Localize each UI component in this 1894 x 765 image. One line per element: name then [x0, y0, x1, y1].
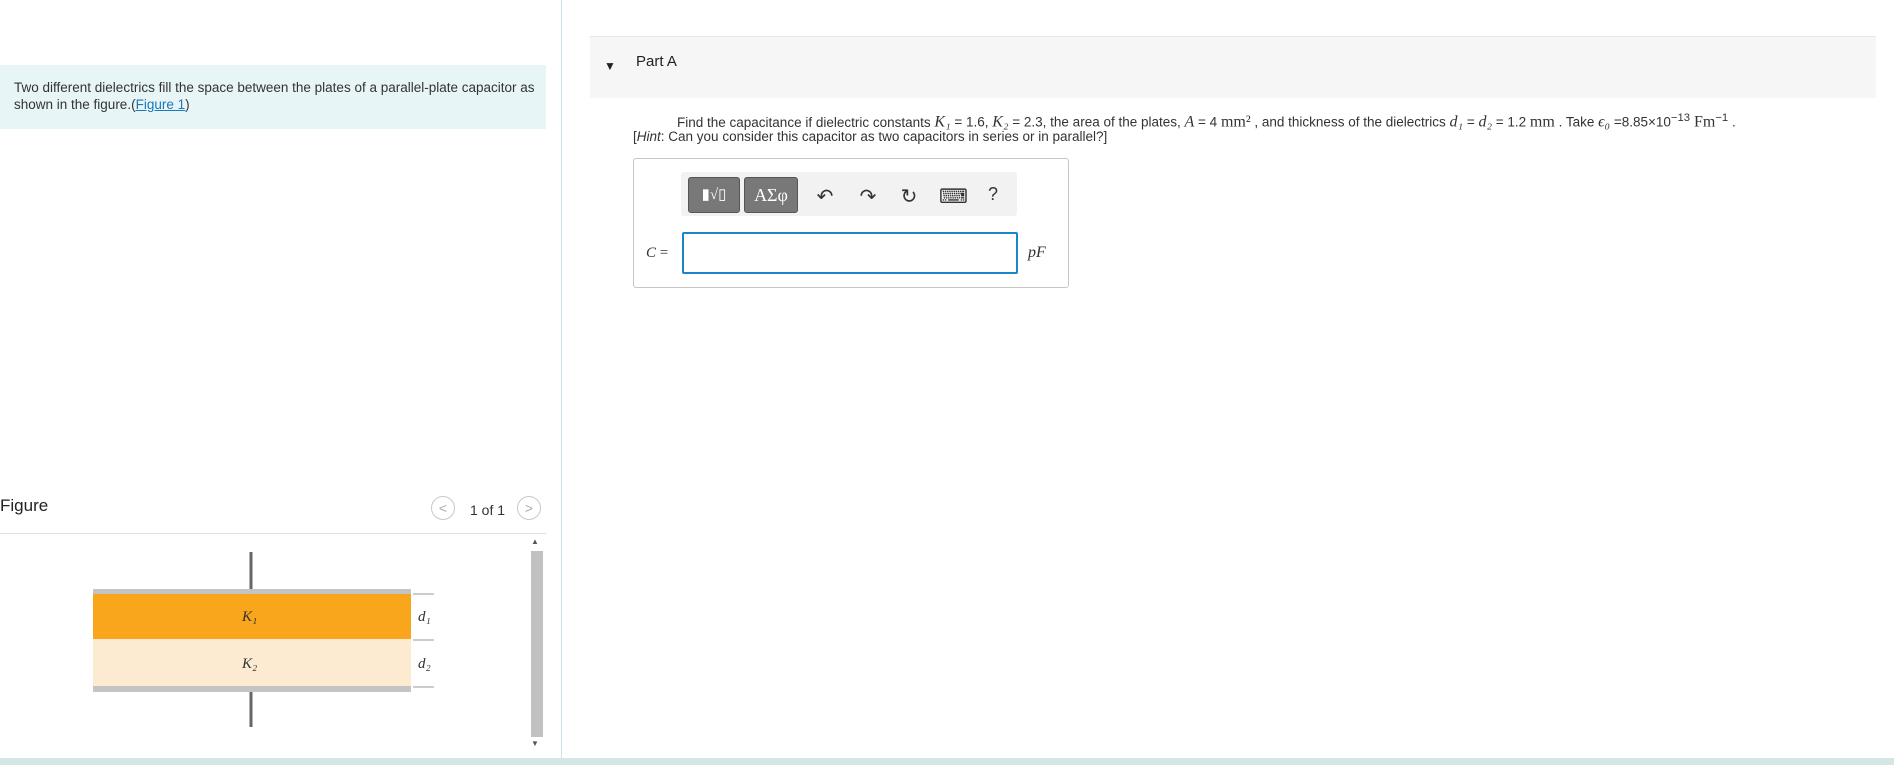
answer-unit: pF — [1028, 244, 1046, 261]
q-d1: d₁ — [1449, 113, 1464, 131]
figure-next-button[interactable]: > — [517, 496, 541, 520]
q-text-5: , and thickness of the dielectrics — [1250, 114, 1450, 130]
q-unit-exponent: −1 — [1715, 112, 1729, 124]
symbols-button[interactable]: ΑΣφ — [744, 177, 798, 213]
help-button[interactable]: ? — [981, 184, 1005, 205]
answer-box: ▮√▯ ΑΣφ ↶ ↷ ↻ ⌨ ? C = pF — [633, 158, 1069, 288]
q-text-7: = 1.2 — [1492, 114, 1530, 130]
scrollbar-thumb[interactable] — [531, 551, 543, 737]
problem-statement-panel: Two different dielectrics fill the space… — [0, 0, 562, 758]
figure-counter: 1 of 1 — [470, 502, 506, 518]
figure-scrollbar[interactable]: ▲ ▼ — [530, 537, 543, 749]
hint-body: : Can you consider this capacitor as two… — [660, 129, 1108, 144]
capacitor-diagram: K₁ K₂ d₁ d₂ — [93, 552, 434, 727]
q-area-symbol: A — [1184, 113, 1195, 131]
q-area-unit: mm² — [1220, 113, 1251, 131]
part-title: Part A — [636, 53, 677, 70]
problem-intro: Two different dielectrics fill the space… — [0, 65, 546, 129]
collapse-caret-icon[interactable]: ▼ — [604, 59, 616, 73]
k2-label: K₂ — [241, 656, 257, 672]
scroll-up-arrow-icon[interactable]: ▲ — [531, 537, 539, 546]
q-text-1: Find the capacitance if dielectric const… — [677, 114, 935, 130]
figure-prev-button[interactable]: < — [431, 496, 455, 520]
figure-header: Figure < 1 of 1 > — [0, 490, 546, 534]
q-text-2: = 1.6, — [950, 114, 993, 130]
scroll-down-arrow-icon[interactable]: ▼ — [531, 739, 539, 748]
k1-label: K₁ — [241, 609, 257, 625]
q-thickness-unit: mm — [1529, 113, 1555, 131]
q-d2: d₂ — [1478, 113, 1493, 131]
q-epsilon-unit: Fm — [1690, 113, 1716, 131]
d1-label: d₁ — [418, 609, 431, 625]
q-text-9: =8.85×10 — [1610, 114, 1671, 130]
q-text-10: . — [1728, 114, 1736, 130]
keyboard-icon[interactable]: ⌨ — [939, 184, 968, 209]
q-text-6: = — [1463, 114, 1479, 130]
math-toolbar: ▮√▯ ΑΣφ ↶ ↷ ↻ ⌨ ? — [681, 172, 1017, 216]
column-divider — [561, 0, 562, 758]
intro-text: Two different dielectrics fill the space… — [14, 80, 535, 112]
d2-label: d₂ — [418, 656, 431, 672]
figure-title: Figure — [0, 496, 49, 515]
hint-text: [Hint: Can you consider this capacitor a… — [633, 129, 1107, 144]
hint-label: Hint — [636, 129, 661, 144]
answer-input[interactable] — [682, 232, 1018, 274]
answer-equals: = — [656, 245, 669, 261]
q-text-4: = 4 — [1194, 114, 1221, 130]
q-k2: K₂ — [992, 113, 1009, 131]
undo-icon[interactable]: ↶ — [813, 184, 837, 209]
q-exponent: −13 — [1670, 112, 1691, 124]
figure-1-link[interactable]: Figure 1 — [136, 97, 186, 112]
part-a-header[interactable]: ▼ Part A — [590, 36, 1876, 98]
q-text-3: = 2.3, the area of the plates, — [1008, 114, 1185, 130]
answer-variable-label: C = — [646, 245, 668, 262]
intro-close-paren: ) — [185, 97, 190, 112]
q-text-8: . Take — [1554, 114, 1599, 130]
redo-icon[interactable]: ↷ — [856, 184, 880, 209]
bottom-status-bar — [0, 758, 1894, 765]
bottom-plate — [93, 686, 411, 692]
reset-icon[interactable]: ↻ — [897, 184, 921, 209]
q-k1: K₁ — [934, 113, 951, 131]
q-epsilon: ϵ₀ — [1598, 113, 1611, 131]
templates-button[interactable]: ▮√▯ — [688, 177, 740, 213]
figure-viewer: K₁ K₂ d₁ d₂ — [0, 534, 530, 750]
answer-variable: C — [646, 245, 657, 261]
